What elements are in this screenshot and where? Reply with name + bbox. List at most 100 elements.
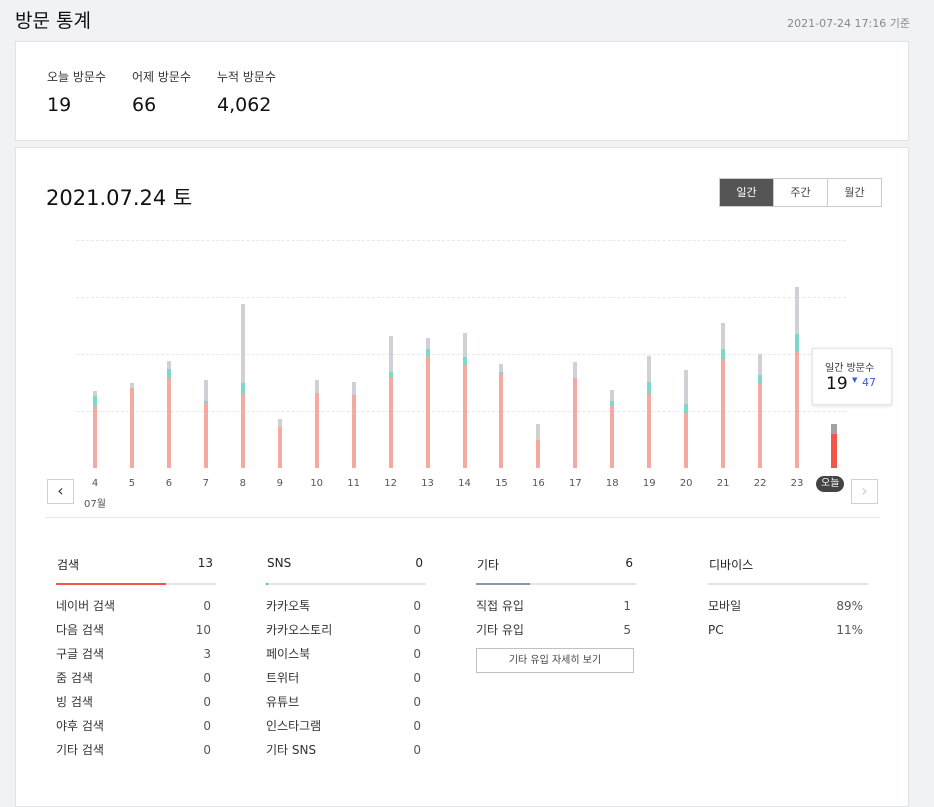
grid-line: [76, 297, 846, 298]
x-tick-label: 6: [165, 478, 173, 489]
x-tick-label: 16: [532, 478, 545, 489]
row-label: 카카오톡: [266, 599, 311, 613]
row-value: 0: [413, 695, 421, 709]
bar-segment-search: [388, 376, 393, 468]
bar-12[interactable]: [388, 336, 393, 468]
bar-15[interactable]: [499, 363, 504, 468]
sns-header: SNS 0: [266, 556, 426, 585]
bar-segment-other: [758, 354, 763, 376]
bar-23[interactable]: [795, 287, 800, 468]
row-value: 0: [413, 623, 421, 637]
tab-weekly[interactable]: 주간: [773, 179, 827, 206]
row-label: 기타 검색: [56, 743, 104, 757]
chart-prev-button[interactable]: ‹: [47, 479, 74, 504]
list-item: 인스타그램 0: [266, 714, 426, 738]
bar-segment-search: [314, 393, 319, 468]
bar-19[interactable]: [647, 355, 652, 468]
other-breakdown: 기타 6 직접 유입 1 기타 유입 5 기타 유입 자세히 보기: [476, 556, 636, 673]
grid-line: [76, 411, 846, 412]
today-visits-value: 19: [47, 94, 72, 116]
x-tick-label: 11: [347, 478, 360, 489]
x-tick-label: 14: [458, 478, 471, 489]
row-value: 89%: [836, 599, 863, 613]
row-label: 줌 검색: [56, 671, 93, 685]
bar-7[interactable]: [203, 380, 208, 468]
row-value: 0: [203, 695, 211, 709]
bar-11[interactable]: [351, 381, 356, 468]
tab-daily[interactable]: 일간: [720, 179, 773, 206]
bar-5[interactable]: [129, 383, 134, 468]
chart-next-button[interactable]: ›: [851, 479, 878, 504]
row-value: 0: [203, 671, 211, 685]
bar-segment-search: [573, 378, 578, 468]
bar-16[interactable]: [536, 424, 541, 468]
section-divider: [46, 517, 880, 518]
today-visits-label: 오늘 방문수: [47, 70, 107, 84]
bar-segment-search: [795, 352, 800, 468]
row-label: 모바일: [708, 599, 742, 613]
bar-9[interactable]: [277, 419, 282, 468]
x-tick-label: 19: [642, 478, 656, 489]
list-item: 구글 검색 3: [56, 642, 216, 666]
row-label: 다음 검색: [56, 623, 104, 637]
bar-segment-other: [314, 380, 319, 394]
bar-18[interactable]: [610, 389, 615, 468]
bar-segment-other: [721, 323, 726, 350]
bar-10[interactable]: [314, 380, 319, 468]
list-item: 모바일 89%: [708, 594, 868, 618]
x-tick-label: 5: [128, 478, 136, 489]
tooltip-value: 19: [826, 374, 848, 394]
list-item: 트위터 0: [266, 666, 426, 690]
row-value: 0: [413, 743, 421, 757]
search-share-indicator: [56, 583, 166, 585]
bar-segment-sns: [647, 381, 652, 394]
triangle-down-icon: ▼: [852, 376, 858, 384]
row-value: 0: [203, 719, 211, 733]
row-value: 11%: [836, 623, 863, 637]
bar-segment-other: [647, 355, 652, 382]
bar-today[interactable]: [831, 424, 837, 468]
bar-22[interactable]: [758, 354, 763, 468]
bar-8[interactable]: [240, 303, 245, 468]
bar-segment-sns: [721, 349, 726, 359]
tab-monthly[interactable]: 월간: [827, 179, 881, 206]
bar-segment-sns: [684, 404, 689, 413]
bar-20[interactable]: [684, 370, 689, 468]
bar-6[interactable]: [166, 360, 171, 468]
bar-segment-other: [240, 303, 245, 384]
bar-14[interactable]: [462, 332, 467, 468]
chart-card: 2021.07.24 토 일간 주간 월간 4 5 6 7 8 9 10 11 12 13 14 15…: [15, 147, 909, 807]
bar-4[interactable]: [93, 391, 97, 468]
list-item: 카카오톡 0: [266, 594, 426, 618]
search-total: 13: [197, 556, 213, 570]
row-label: 네이버 검색: [56, 599, 116, 613]
x-tick-label: 15: [495, 478, 508, 489]
bar-segment-other: [573, 362, 578, 379]
list-item: 줌 검색 0: [56, 666, 216, 690]
bar-segment-other: [610, 389, 615, 402]
other-title: 기타: [477, 558, 500, 572]
today-badge[interactable]: 오늘: [816, 476, 845, 492]
bar-segment-sns: [93, 396, 97, 407]
list-item: 빙 검색 0: [56, 690, 216, 714]
other-detail-button[interactable]: 기타 유입 자세히 보기: [476, 648, 634, 673]
bar-21[interactable]: [721, 323, 726, 468]
row-value: 3: [203, 647, 211, 661]
row-value: 0: [203, 599, 211, 613]
row-value: 0: [413, 671, 421, 685]
bar-17[interactable]: [573, 362, 578, 468]
chevron-left-icon: ‹: [57, 481, 64, 500]
total-visits-label: 누적 방문수: [217, 70, 277, 84]
row-label: 직접 유입: [476, 599, 524, 613]
list-item: 다음 검색 10: [56, 618, 216, 642]
row-label: 트위터: [266, 671, 300, 685]
bar-13[interactable]: [425, 337, 430, 468]
row-label: 야후 검색: [56, 719, 104, 733]
row-label: 인스타그램: [266, 719, 322, 733]
x-tick-label: 7: [202, 478, 210, 489]
summary-card: 오늘 방문수 19 어제 방문수 66 누적 방문수 4,062: [15, 41, 909, 141]
x-tick-label: 13: [421, 478, 434, 489]
x-tick-label: 8: [239, 478, 246, 489]
bar-segment-search: [93, 406, 97, 468]
bar-segment-search: [499, 373, 504, 468]
